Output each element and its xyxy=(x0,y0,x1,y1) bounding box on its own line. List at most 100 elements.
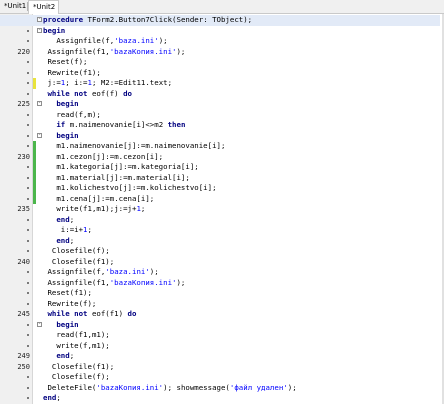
code-line[interactable]: Rewrite(f1); xyxy=(0,68,440,79)
code-token: end xyxy=(56,214,70,224)
code-line[interactable]: Assignfile(f,'baza.ini'); xyxy=(0,267,440,278)
code-token: end xyxy=(56,351,70,360)
line-marker-dot xyxy=(27,397,29,399)
fold-toggle-icon[interactable]: - xyxy=(37,132,42,138)
line-marker-dot xyxy=(27,113,29,116)
code-text: end; xyxy=(56,351,74,362)
code-line[interactable]: write(f,m1); xyxy=(0,341,440,352)
code-token: m1.kategoria[j]:=m.kategoria[i]; xyxy=(56,162,199,171)
line-marker-dot xyxy=(27,176,29,179)
code-text: i:=i+1; xyxy=(61,225,92,236)
code-token: begin xyxy=(43,25,66,35)
code-text: end; xyxy=(56,236,74,247)
code-text: Closefile(f); xyxy=(52,246,110,257)
code-token: begin xyxy=(56,130,79,140)
line-number: 235 xyxy=(17,205,30,213)
code-token: m1.kolichestvo[j]:=m.kolichestvo[i]; xyxy=(56,183,217,192)
line-marker-dot xyxy=(27,166,29,168)
code-line[interactable]: 249 end; xyxy=(0,351,440,362)
code-line[interactable]: j:=1; i:=1; M2:=Edit11.text; xyxy=(0,78,440,89)
code-line[interactable]: end; xyxy=(0,393,440,404)
line-marker-dot xyxy=(27,323,29,326)
code-text: begin xyxy=(43,26,65,37)
code-line[interactable]: end; xyxy=(0,236,440,247)
line-marker-dot xyxy=(27,281,29,284)
code-line[interactable]: 225 - begin xyxy=(0,99,440,110)
code-line[interactable]: m1.naimenovanie[j]:=m.naimenovanie[i]; xyxy=(0,141,440,152)
fold-toggle-icon[interactable]: - xyxy=(37,321,42,327)
code-token: m.naimenovanie[i]<>m2 xyxy=(69,120,168,129)
code-line[interactable]: m1.cena[j]:=m.cena[i]; xyxy=(0,193,440,204)
code-text: Closefile(f); xyxy=(52,372,110,383)
code-token: 'baza.ini' xyxy=(114,36,159,45)
code-token: Assignfile(f1, xyxy=(47,277,110,287)
code-line[interactable]: 240 Closefile(f1); xyxy=(0,257,440,268)
code-line[interactable]: read(f,m); xyxy=(0,110,440,121)
code-line[interactable]: while not eof(f) do xyxy=(0,89,440,100)
code-line[interactable]: i:=i+1; xyxy=(0,225,440,236)
tab-unit2[interactable]: *Unit2 xyxy=(28,0,59,14)
code-line[interactable]: 245 while not eof(f1) do xyxy=(0,309,440,320)
fold-toggle-icon[interactable]: - xyxy=(37,101,42,106)
code-text: write(f1,m1);j:=j+1; xyxy=(56,204,145,215)
code-line[interactable]: end; xyxy=(0,215,440,226)
code-line[interactable]: - begin xyxy=(0,26,440,37)
code-token: ; xyxy=(69,235,75,245)
code-token: procedure xyxy=(43,15,88,24)
code-line[interactable]: DeleteFile('bazaКопия.ini'); showmessage… xyxy=(0,383,440,394)
code-text: m1.kolichestvo[j]:=m.kolichestvo[i]; xyxy=(56,183,216,194)
code-line[interactable]: read(f1,m1); xyxy=(0,330,440,341)
code-line[interactable]: 235 write(f1,m1);j:=j+1; xyxy=(0,204,440,215)
code-token: Assignfile(f, xyxy=(47,267,106,276)
code-line[interactable]: - procedure TForm2.Button7Click(Sender: T… xyxy=(0,15,440,26)
code-token: while not xyxy=(47,309,92,318)
line-marker-dot xyxy=(27,229,29,231)
change-marker xyxy=(33,151,36,162)
code-editor[interactable]: - procedure TForm2.Button7Click(Sender: T… xyxy=(0,14,444,404)
code-token: DeleteFile( xyxy=(47,382,97,392)
code-line[interactable]: - begin xyxy=(0,320,440,331)
code-line[interactable]: 250 Closefile(f1); xyxy=(0,362,440,373)
change-marker xyxy=(33,193,36,204)
code-token: m1.cena[j]:=m.cena[i]; xyxy=(56,193,155,203)
code-text: if m.naimenovanie[i]<>m2 then xyxy=(56,120,185,131)
code-line[interactable]: 230 m1.cezon[j]:=m.cezon[i]; xyxy=(0,151,440,162)
code-line[interactable]: m1.kolichestvo[j]:=m.kolichestvo[i]; xyxy=(0,183,440,194)
code-text: m1.naimenovanie[j]:=m.naimenovanie[i]; xyxy=(56,141,225,152)
code-text: Assignfile(f,'baza.ini'); xyxy=(47,267,158,278)
code-token: do xyxy=(123,88,132,98)
line-marker-dot xyxy=(27,124,29,126)
code-token: ; xyxy=(140,204,146,213)
line-marker-dot xyxy=(27,40,29,42)
code-token: write(f1,m1);j:=j+ xyxy=(56,204,137,213)
code-text: Rewrite(f); xyxy=(47,299,96,310)
code-token: ; xyxy=(56,393,61,402)
code-token: ; M2:=Edit11.text; xyxy=(91,78,173,87)
code-line[interactable]: Rewrite(f); xyxy=(0,299,440,310)
fold-toggle-icon[interactable]: - xyxy=(37,27,42,33)
code-line[interactable]: Closefile(f); xyxy=(0,372,440,383)
code-text: Rewrite(f1); xyxy=(47,68,100,79)
tab-unit1[interactable]: *Unit1 xyxy=(0,0,27,13)
code-line[interactable]: Reset(f); xyxy=(0,57,440,68)
code-line[interactable]: if m.naimenovanie[i]<>m2 then xyxy=(0,120,440,131)
code-text: Assignfile(f1,'bazaКопия.ini'); xyxy=(47,278,185,289)
code-token: Reset(f1); xyxy=(47,288,92,297)
code-line[interactable]: Assignfile(f,'baza.ini'); xyxy=(0,36,440,47)
code-line[interactable]: Closefile(f); xyxy=(0,246,440,257)
code-token: ); showmessage( xyxy=(163,382,230,392)
code-token: 'bazaКопия.ini' xyxy=(109,46,177,56)
code-line[interactable]: m1.material[j]:=m.material[i]; xyxy=(0,172,440,183)
code-token: m1.material[j]:=m.material[i]; xyxy=(56,172,190,182)
code-text: write(f,m1); xyxy=(56,341,109,352)
code-token: read(f1,m1); xyxy=(56,330,110,339)
code-line[interactable]: Reset(f1); xyxy=(0,288,440,299)
code-token: ; i:= xyxy=(65,78,88,87)
code-token: ); xyxy=(158,36,168,45)
code-line[interactable]: m1.kategoria[j]:=m.kategoria[i]; xyxy=(0,162,440,173)
code-line[interactable]: 220 Assignfile(f1,'bazaКопия.ini'); xyxy=(0,47,440,58)
code-text: while not eof(f1) do xyxy=(47,309,136,320)
fold-toggle-icon[interactable]: - xyxy=(37,17,42,22)
code-line[interactable]: - begin xyxy=(0,131,440,142)
code-line[interactable]: Assignfile(f1,'bazaКопия.ini'); xyxy=(0,278,440,289)
